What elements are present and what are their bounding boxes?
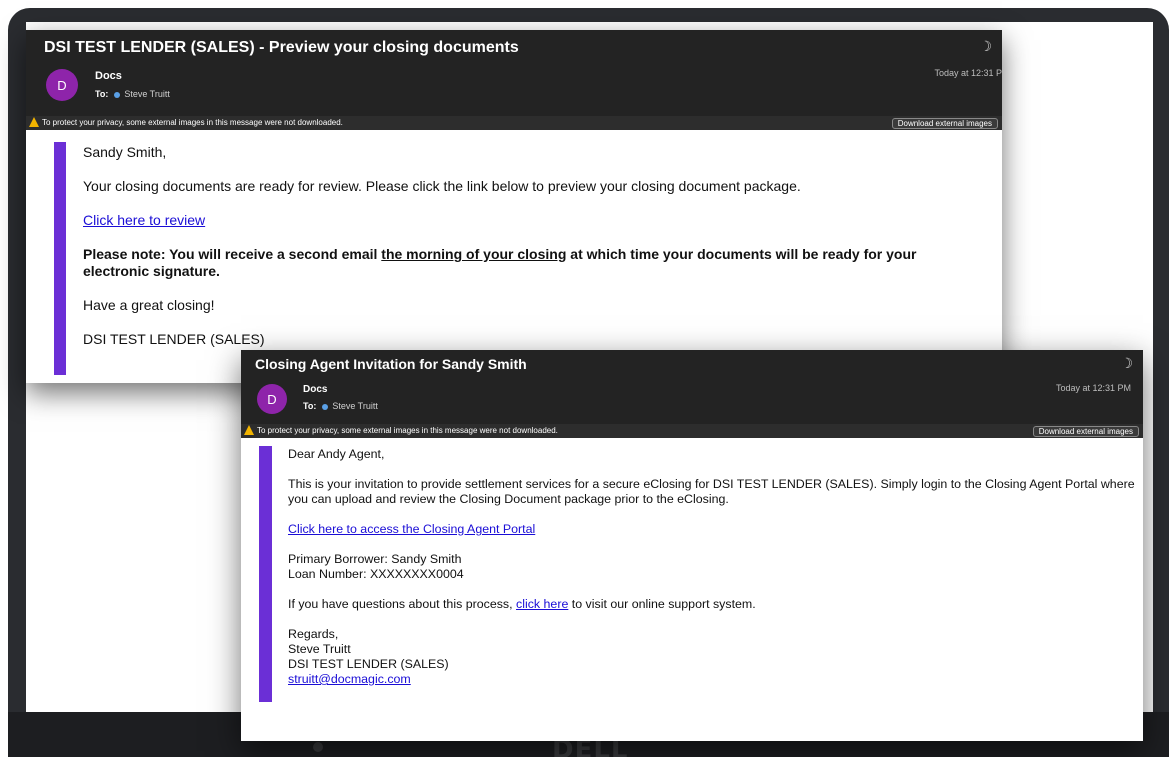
to-label: To:	[95, 89, 109, 99]
email-content: Sandy Smith, Your closing documents are …	[83, 144, 983, 365]
greeting: Sandy Smith,	[83, 144, 167, 160]
signature: DSI TEST LENDER (SALES)	[83, 331, 265, 347]
privacy-text: To protect your privacy, some external i…	[42, 118, 343, 127]
regards: Regards,	[288, 627, 339, 641]
camera-dot	[313, 742, 323, 752]
note-text: Please note: You will receive a second e…	[83, 246, 983, 280]
warning-icon	[244, 425, 254, 435]
questions-text: If you have questions about this process…	[288, 597, 1138, 612]
moon-icon[interactable]: ☽	[979, 38, 992, 55]
download-external-images-button[interactable]: Download external images	[891, 118, 998, 129]
email-window-invitation: Closing Agent Invitation for Sandy Smith…	[241, 350, 1143, 741]
questions-part-1: If you have questions about this process…	[288, 597, 516, 611]
sender-name: Docs	[95, 70, 122, 82]
questions-part-2: to visit our online support system.	[568, 597, 756, 611]
contact-dot-icon	[114, 91, 121, 98]
intro-text: Your closing documents are ready for rev…	[83, 178, 801, 194]
note-underlined: the morning of your closing	[381, 246, 567, 262]
email-content: Dear Andy Agent, This is your invitation…	[288, 447, 1138, 687]
signature-email-link[interactable]: struitt@docmagic.com	[288, 672, 411, 686]
to-label: To:	[303, 401, 317, 411]
primary-borrower: Primary Borrower: Sandy Smith	[288, 552, 462, 566]
sender-name: Docs	[303, 384, 328, 395]
closing-agent-portal-link[interactable]: Click here to access the Closing Agent P…	[288, 522, 535, 536]
recipient-line: To: Steve Truitt	[95, 89, 170, 99]
email-subject: DSI TEST LENDER (SALES) - Preview your c…	[44, 39, 519, 56]
moon-icon[interactable]: ☽	[1120, 355, 1133, 372]
support-link[interactable]: click here	[516, 597, 568, 611]
avatar: D	[257, 384, 287, 414]
intro-text: This is your invitation to provide settl…	[288, 477, 1135, 506]
email-date: Today at 12:31 P	[934, 68, 1002, 78]
closing-wish: Have a great closing!	[83, 297, 215, 313]
download-external-images-button[interactable]: Download external images	[1032, 426, 1139, 437]
email-date: Today at 12:31 PM	[1055, 383, 1131, 393]
contact-dot-icon	[322, 403, 329, 410]
accent-bar	[54, 142, 66, 375]
greeting: Dear Andy Agent,	[288, 447, 385, 461]
email-header: DSI TEST LENDER (SALES) - Preview your c…	[26, 30, 1002, 116]
privacy-text: To protect your privacy, some external i…	[257, 426, 558, 435]
warning-icon	[29, 117, 39, 127]
review-link[interactable]: Click here to review	[83, 212, 205, 228]
email-subject: Closing Agent Invitation for Sandy Smith	[255, 356, 527, 372]
signature-name: Steve Truitt	[288, 642, 351, 656]
avatar: D	[46, 69, 78, 101]
recipient-line: To: Steve Truitt	[303, 401, 378, 411]
note-part-1: Please note: You will receive a second e…	[83, 246, 382, 262]
email-header: Closing Agent Invitation for Sandy Smith…	[241, 350, 1143, 424]
recipient-name[interactable]: Steve Truitt	[332, 401, 378, 411]
privacy-banner: To protect your privacy, some external i…	[241, 424, 1143, 438]
recipient-name[interactable]: Steve Truitt	[124, 89, 170, 99]
privacy-banner: To protect your privacy, some external i…	[26, 116, 1002, 130]
loan-number: Loan Number: XXXXXXXX0004	[288, 567, 464, 581]
signature-company: DSI TEST LENDER (SALES)	[288, 657, 449, 671]
accent-bar	[259, 446, 272, 702]
email-window-preview: DSI TEST LENDER (SALES) - Preview your c…	[26, 30, 1002, 383]
